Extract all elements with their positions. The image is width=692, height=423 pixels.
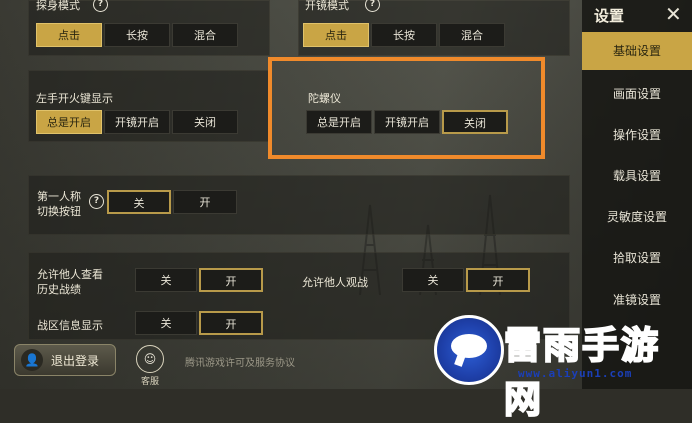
first-person-label-1: 第一人称: [37, 190, 81, 203]
customer-service-label: 客服: [140, 377, 159, 387]
probe-mode-segment: 点击 长按 混合: [36, 23, 240, 47]
sidebar-item-pickup[interactable]: 拾取设置: [582, 240, 692, 276]
sidebar-title: 设置: [594, 7, 625, 25]
left-fire-label: 左手开火键显示: [36, 92, 113, 105]
sidebar-item-vehicle[interactable]: 载具设置: [582, 158, 692, 194]
view-history-label-1: 允许他人查看: [37, 268, 103, 281]
customer-service-button[interactable]: ☺ 客服: [133, 345, 167, 387]
view-history-off[interactable]: 关: [135, 268, 197, 292]
user-icon: 👤: [21, 349, 43, 371]
probe-mode-tap[interactable]: 点击: [36, 23, 102, 47]
logout-button[interactable]: 👤 退出登录: [14, 344, 116, 376]
first-person-segment: 关 开: [107, 190, 239, 214]
view-history-segment: 关 开: [135, 268, 265, 292]
logout-label: 退出登录: [51, 353, 100, 368]
first-person-on[interactable]: 开: [173, 190, 237, 214]
scope-mode-mixed[interactable]: 混合: [439, 23, 505, 47]
left-fire-off[interactable]: 关闭: [172, 110, 238, 134]
site-watermark: 雷雨手游网 www.aliyun1.com: [430, 305, 692, 422]
left-fire-scoped[interactable]: 开镜开启: [104, 110, 170, 134]
close-icon[interactable]: ✕: [665, 2, 682, 26]
scope-mode-segment: 点击 长按 混合: [303, 23, 507, 47]
view-history-on[interactable]: 开: [199, 268, 263, 292]
left-fire-always[interactable]: 总是开启: [36, 110, 102, 134]
scope-mode-label: 开镜模式: [305, 0, 349, 12]
headset-icon: ☺: [136, 345, 164, 373]
probe-mode-hold[interactable]: 长按: [104, 23, 170, 47]
license-link[interactable]: 腾讯游戏许可及服务协议: [185, 354, 295, 369]
allow-watch-segment: 关 开: [402, 268, 532, 292]
probe-mode-mixed[interactable]: 混合: [172, 23, 238, 47]
sidebar-item-sensitivity[interactable]: 灵敏度设置: [582, 199, 692, 235]
allow-watch-off[interactable]: 关: [402, 268, 464, 292]
scope-mode-tap[interactable]: 点击: [303, 23, 369, 47]
left-fire-segment: 总是开启 开镜开启 关闭: [36, 110, 240, 134]
watermark-url: www.aliyun1.com: [518, 367, 633, 380]
allow-watch-on[interactable]: 开: [466, 268, 530, 292]
zone-info-on[interactable]: 开: [199, 311, 263, 335]
watermark-logo-icon: [434, 315, 504, 385]
highlight-box: [268, 57, 545, 159]
view-history-label-2: 历史战绩: [37, 283, 81, 296]
allow-watch-label: 允许他人观战: [302, 276, 368, 289]
zone-info-segment: 关 开: [135, 311, 265, 335]
first-person-off[interactable]: 关: [107, 190, 171, 214]
sidebar-item-graphics[interactable]: 画面设置: [582, 76, 692, 112]
zone-info-off[interactable]: 关: [135, 311, 197, 335]
scope-mode-hold[interactable]: 长按: [371, 23, 437, 47]
zone-info-label: 战区信息显示: [37, 319, 103, 332]
sidebar-item-controls[interactable]: 操作设置: [582, 117, 692, 153]
first-person-label-2: 切换按钮: [37, 205, 81, 218]
help-icon[interactable]: ?: [89, 194, 104, 209]
sidebar-item-basic[interactable]: 基础设置: [582, 32, 692, 70]
probe-mode-label: 探身模式: [36, 0, 80, 12]
